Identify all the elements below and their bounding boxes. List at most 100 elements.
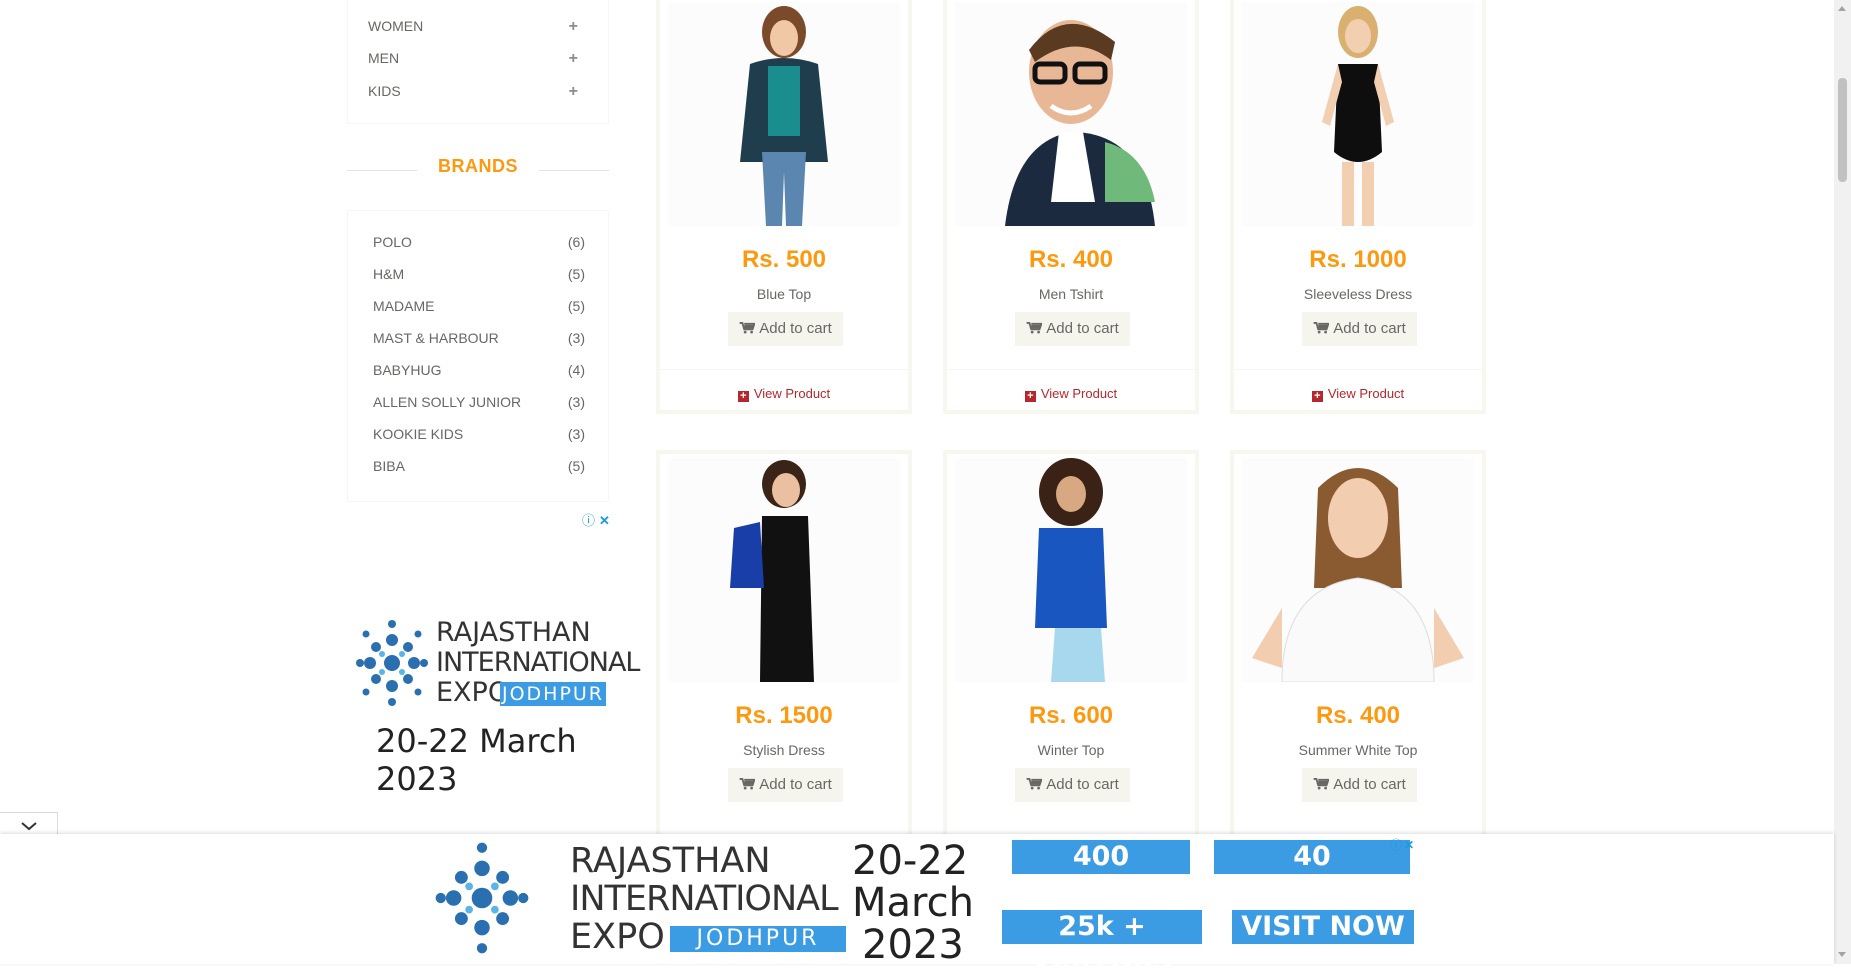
ad-info-icon[interactable]: ⓘ [582,513,595,528]
view-product-label: View Product [1040,386,1118,401]
add-to-cart-label: Add to cart [1046,320,1119,337]
expo-logo-icon [356,620,428,706]
brand-item-babyhug[interactable]: BABYHUG (4) [373,362,585,382]
brand-item-kookie-kids[interactable]: KOOKIE KIDS (3) [373,426,585,446]
brand-name[interactable]: MAST & HARBOUR [373,330,499,346]
view-product-link[interactable]: + View Product [1234,386,1482,402]
plus-icon[interactable]: + [569,83,578,101]
brand-name[interactable]: MADAME [373,298,434,314]
category-label: WOMEN [368,18,424,34]
brand-count: (6) [567,234,585,250]
add-to-cart-button[interactable]: Add to cart [728,312,843,346]
brand-item-mast-harbour[interactable]: MAST & HARBOUR (3) [373,330,585,350]
side-advertisement[interactable]: RAJASTHAN INTERNATIONAL EXPO JODHPUR 20-… [352,612,640,798]
ad-title-line: RAJASTHAN [570,841,771,881]
close-icon[interactable]: ✕ [1404,838,1414,852]
add-to-cart-label: Add to cart [759,776,832,793]
ad-countries-pill: 40 COUNTRIES [1214,840,1410,906]
category-label: MEN [368,50,400,66]
product-name: Blue Top [756,286,812,302]
view-product-link[interactable]: + View Product [947,386,1195,402]
product-price: Rs. 600 [1028,702,1114,729]
product-image [1242,458,1474,682]
visit-now-button[interactable]: VISIT NOW [1232,910,1414,944]
scrollbar-thumb[interactable] [1838,78,1847,182]
product-name: Men Tshirt [1038,286,1104,302]
collapse-ad-button[interactable] [0,812,58,836]
shopping-cart-icon [1313,322,1330,334]
ad-controls: ⓘ ✕ [578,510,610,529]
brand-item-biba[interactable]: BIBA (5) [373,458,585,478]
plus-icon[interactable]: + [569,50,578,68]
add-to-cart-label: Add to cart [1333,320,1406,337]
category-women[interactable]: WOMEN + [368,18,586,40]
add-to-cart-button[interactable]: Add to cart [1015,312,1130,346]
ad-info-icon[interactable]: ⓘ [1390,838,1402,852]
category-label: KIDS [368,83,401,99]
ad-date-line: March [852,880,974,926]
product-image [955,2,1187,226]
product-image [955,458,1187,682]
expo-logo-icon [435,842,529,954]
plus-square-icon: + [1311,391,1323,402]
ad-dates: 20-22 March 2023 [376,722,577,798]
brand-item-polo[interactable]: POLO (6) [373,234,585,254]
add-to-cart-label: Add to cart [1333,776,1406,793]
brand-name[interactable]: ALLEN SOLLY JUNIOR [373,394,521,410]
product-image [1242,2,1474,226]
brand-name[interactable]: POLO [373,234,412,250]
vertical-scrollbar[interactable] [1834,0,1851,964]
category-men[interactable]: MEN + [368,50,586,72]
product-card: Rs. 400 Summer White Top Add to cart [1230,450,1486,870]
close-icon[interactable]: ✕ [599,513,610,528]
product-name: Winter Top [1037,742,1105,758]
add-to-cart-button[interactable]: Add to cart [1015,768,1130,802]
brand-panel: POLO (6) H&M (5) MADAME (5) MAST & HARBOUR (… [347,210,609,502]
shopping-cart-icon [1026,322,1043,334]
brand-count: (3) [567,426,585,442]
ad-date-line: 2023 [862,922,964,968]
add-to-cart-button[interactable]: Add to cart [1302,312,1417,346]
scroll-down-icon[interactable] [1838,952,1846,957]
brand-count: (3) [567,330,585,346]
brand-count: (3) [567,394,585,410]
add-to-cart-label: Add to cart [1046,776,1119,793]
ad-title-line: INTERNATIONAL [436,647,640,678]
shopping-cart-icon [739,778,756,790]
product-card: Rs. 500 Blue Top Add to cart + View Produ… [656,0,912,414]
divider [947,369,1195,370]
brand-item-allen-solly-junior[interactable]: ALLEN SOLLY JUNIOR (3) [373,394,585,414]
brand-name[interactable]: BIBA [373,458,405,474]
ad-visitors-pill: 25k + VISITORS [1002,910,1202,976]
shopping-cart-icon [739,322,756,334]
brands-heading: BRANDS [437,156,518,176]
brand-name[interactable]: KOOKIE KIDS [373,426,463,442]
brand-item-hm[interactable]: H&M (5) [373,266,585,286]
product-price: Rs. 1500 [735,702,833,729]
plus-square-icon: + [737,391,749,402]
product-card: Rs. 600 Winter Top Add to cart [943,450,1199,870]
product-name: Summer White Top [1298,742,1418,758]
product-card: Rs. 400 Men Tshirt Add to cart + View Pro… [943,0,1199,414]
view-product-label: View Product [1327,386,1405,401]
plus-square-icon: + [1024,391,1036,402]
product-card: Rs. 1000 Sleeveless Dress Add to cart + V… [1230,0,1486,414]
plus-icon[interactable]: + [569,18,578,36]
add-to-cart-button[interactable]: Add to cart [1302,768,1417,802]
ad-title-line: EXPO [436,677,510,708]
view-product-label: View Product [753,386,831,401]
ad-controls: ⓘ ✕ [1390,836,1414,853]
bottom-advertisement[interactable]: RAJASTHAN INTERNATIONAL EXPO JODHPUR 20-… [418,838,1420,976]
brand-count: (5) [567,298,585,314]
brand-name[interactable]: BABYHUG [373,362,441,378]
view-product-link[interactable]: + View Product [660,386,908,402]
ad-date-line: 20-22 [852,838,969,884]
add-to-cart-button[interactable]: Add to cart [728,768,843,802]
add-to-cart-label: Add to cart [759,320,832,337]
product-price: Rs. 1000 [1309,246,1407,273]
ad-title-line: INTERNATIONAL [570,879,839,919]
brand-name[interactable]: H&M [373,266,404,282]
scroll-up-icon[interactable] [1838,6,1846,11]
category-kids[interactable]: KIDS + [368,83,586,105]
brand-item-madame[interactable]: MADAME (5) [373,298,585,318]
